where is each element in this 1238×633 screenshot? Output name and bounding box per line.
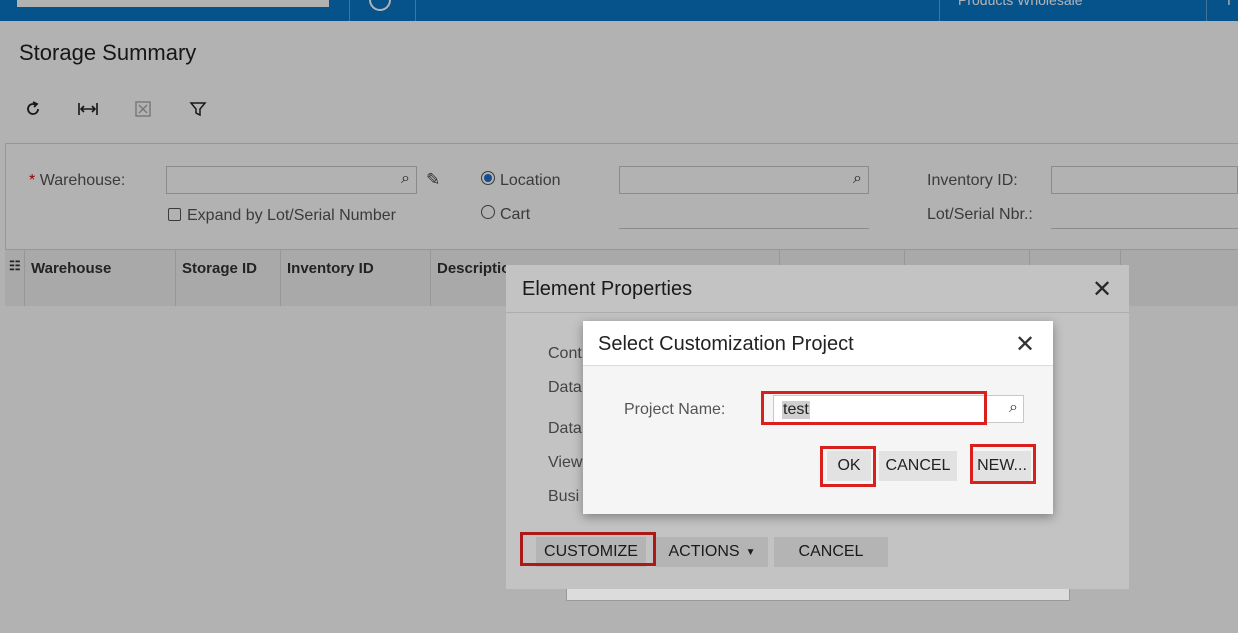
- dialog-title: Select Customization Project: [598, 333, 854, 355]
- project-name-label: Project Name:: [624, 401, 726, 418]
- search-icon[interactable]: ⌕: [1009, 399, 1018, 417]
- highlight-box: [970, 444, 1036, 484]
- cancel-button[interactable]: CANCEL: [879, 451, 957, 481]
- dialog-footer-panel: [566, 589, 1070, 601]
- highlight-box: [761, 391, 987, 425]
- close-icon[interactable]: ✕: [1015, 333, 1035, 357]
- select-customization-project-dialog: Select Customization Project ✕ Project N…: [583, 321, 1053, 514]
- dialog-header: Select Customization Project ✕: [583, 321, 1053, 366]
- highlight-box: [820, 446, 876, 487]
